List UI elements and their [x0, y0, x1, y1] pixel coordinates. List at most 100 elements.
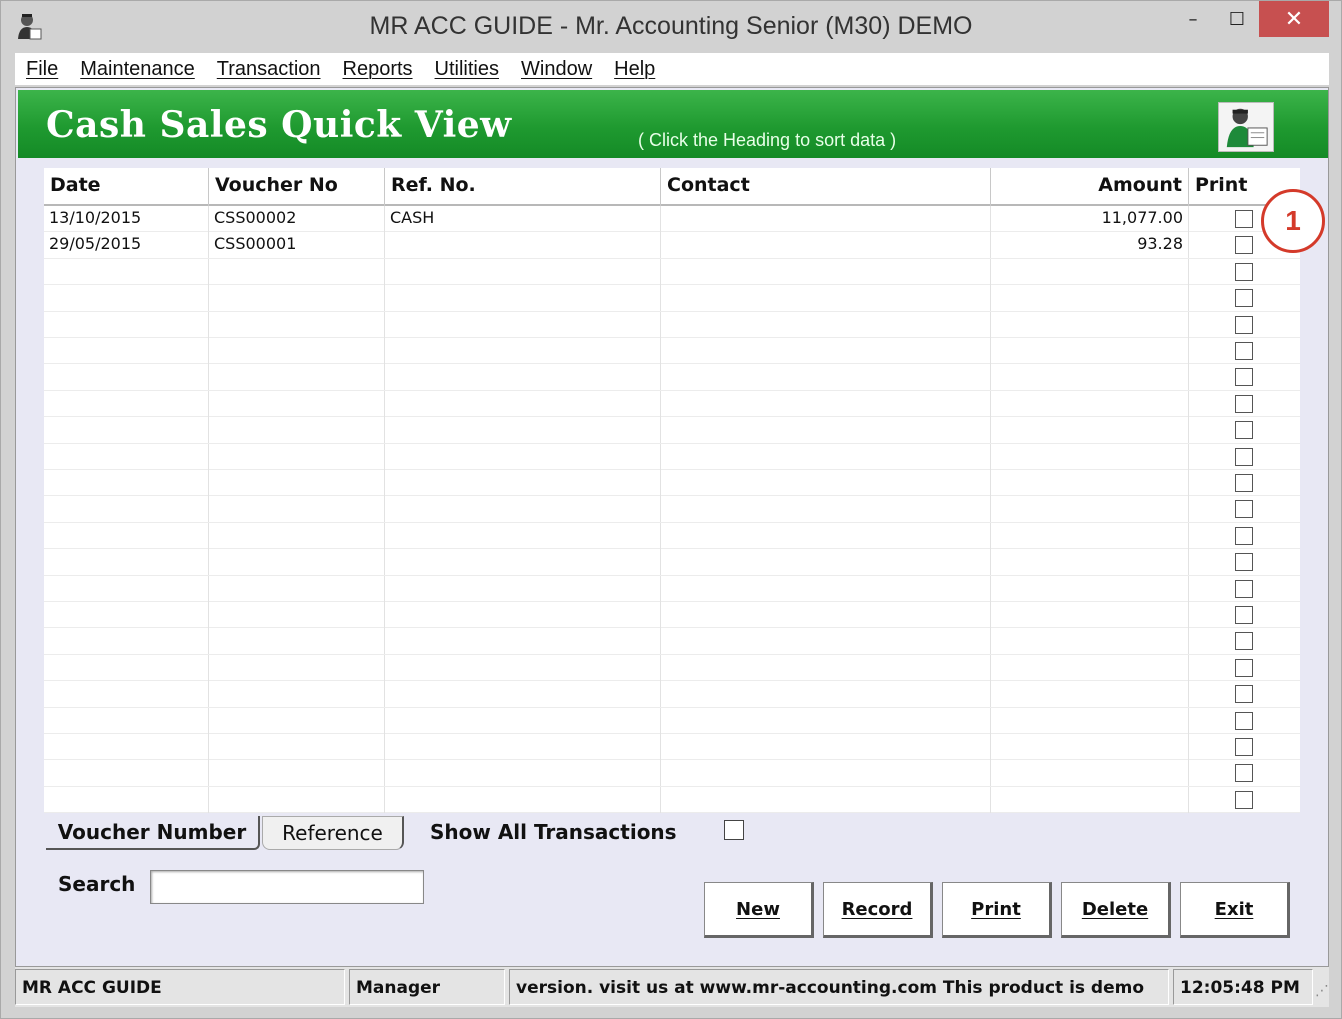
title-bar[interactable]: MR ACC GUIDE - Mr. Accounting Senior (M3… — [1, 1, 1341, 51]
table-row[interactable] — [44, 443, 1300, 470]
table-row[interactable] — [44, 549, 1300, 576]
cell-contact — [661, 232, 991, 259]
record-button[interactable]: Record — [823, 882, 933, 938]
status-message: version. visit us at www.mr-accounting.c… — [509, 969, 1169, 1005]
menu-transaction[interactable]: Transaction — [206, 58, 332, 81]
menu-help[interactable]: Help — [603, 58, 666, 81]
column-header-amount[interactable]: Amount — [991, 168, 1189, 206]
table-row[interactable] — [44, 734, 1300, 761]
table-row[interactable] — [44, 338, 1300, 365]
cell-voucher-no — [209, 496, 385, 523]
cell-amount — [991, 602, 1189, 628]
cell-voucher-no — [209, 575, 385, 602]
print-checkbox[interactable] — [1235, 210, 1253, 228]
cell-print — [1189, 338, 1300, 364]
print-checkbox[interactable] — [1235, 394, 1253, 413]
cell-contact — [661, 734, 991, 760]
print-checkbox[interactable] — [1235, 738, 1253, 756]
print-checkbox[interactable] — [1235, 500, 1253, 519]
print-checkbox[interactable] — [1235, 474, 1253, 492]
print-button[interactable]: Print — [942, 882, 1052, 938]
print-checkbox[interactable] — [1235, 711, 1253, 730]
cell-ref-no — [385, 496, 661, 523]
cell-print — [1189, 391, 1300, 417]
print-checkbox[interactable] — [1235, 553, 1253, 572]
cell-date — [44, 681, 209, 708]
table-row[interactable] — [44, 285, 1300, 312]
cell-print — [1189, 602, 1300, 628]
table-row[interactable] — [44, 681, 1300, 708]
print-checkbox[interactable] — [1235, 289, 1253, 308]
cell-voucher-no — [209, 364, 385, 391]
status-bar: MR ACC GUIDE Manager version. visit us a… — [15, 967, 1329, 1007]
cell-amount — [991, 654, 1189, 681]
table-row[interactable]: 13/10/2015 CSS00002 CASH 11,077.00 — [44, 206, 1300, 233]
cell-contact — [661, 760, 991, 787]
print-checkbox[interactable] — [1235, 606, 1253, 624]
cell-voucher-no — [209, 707, 385, 734]
table-row[interactable] — [44, 575, 1300, 602]
print-checkbox[interactable] — [1235, 236, 1253, 255]
exit-button[interactable]: Exit — [1180, 882, 1290, 938]
print-checkbox[interactable] — [1235, 421, 1253, 440]
cell-amount — [991, 760, 1189, 787]
delete-button[interactable]: Delete — [1061, 882, 1171, 938]
table-row[interactable] — [44, 707, 1300, 734]
table-row[interactable] — [44, 628, 1300, 655]
tab-reference[interactable]: Reference — [262, 816, 404, 850]
table-row[interactable] — [44, 258, 1300, 286]
new-button[interactable]: New — [704, 882, 814, 938]
menu-bar: File Maintenance Transaction Reports Uti… — [15, 53, 1329, 85]
print-checkbox[interactable] — [1235, 658, 1253, 677]
table-row[interactable] — [44, 417, 1300, 444]
cell-ref-no — [385, 707, 661, 734]
column-header-date[interactable]: Date — [44, 168, 209, 206]
show-all-transactions-label[interactable]: Show All Transactions — [430, 820, 677, 844]
menu-maintenance[interactable]: Maintenance — [69, 58, 206, 81]
print-checkbox[interactable] — [1235, 368, 1253, 387]
table-row[interactable] — [44, 760, 1300, 787]
print-checkbox[interactable] — [1235, 685, 1253, 704]
table-row[interactable] — [44, 470, 1300, 497]
cell-amount — [991, 390, 1189, 417]
print-checkbox[interactable] — [1235, 315, 1253, 334]
print-checkbox[interactable] — [1235, 790, 1253, 809]
column-header-ref-no[interactable]: Ref. No. — [385, 168, 661, 206]
table-row[interactable] — [44, 496, 1300, 523]
print-checkbox[interactable] — [1235, 342, 1253, 360]
header-banner: Cash Sales Quick View ( Click the Headin… — [18, 90, 1328, 158]
table-row[interactable] — [44, 522, 1300, 550]
resize-grip-icon[interactable]: ⋰ — [1315, 983, 1329, 1003]
cell-contact — [661, 285, 991, 312]
sort-hint: ( Click the Heading to sort data ) — [638, 130, 897, 150]
tab-voucher-number[interactable]: Voucher Number — [46, 816, 260, 850]
print-checkbox[interactable] — [1235, 632, 1253, 651]
close-button[interactable]: ✕ — [1259, 1, 1329, 37]
menu-window[interactable]: Window — [510, 58, 603, 81]
table-row[interactable] — [44, 786, 1300, 814]
menu-utilities[interactable]: Utilities — [424, 58, 510, 81]
column-header-contact[interactable]: Contact — [661, 168, 991, 206]
table-row[interactable]: 29/05/2015 CSS00001 93.28 — [44, 232, 1300, 259]
show-all-transactions-checkbox[interactable] — [724, 820, 744, 840]
menu-file[interactable]: File — [15, 58, 69, 81]
print-checkbox[interactable] — [1235, 579, 1253, 598]
cell-print — [1189, 628, 1300, 654]
maximize-button[interactable]: ☐ — [1215, 1, 1259, 37]
minimize-button[interactable]: – — [1171, 1, 1215, 37]
column-header-voucher-no[interactable]: Voucher No — [209, 168, 385, 206]
table-row[interactable] — [44, 364, 1300, 391]
print-checkbox[interactable] — [1235, 262, 1253, 281]
cell-contact — [661, 522, 991, 549]
table-row[interactable] — [44, 654, 1300, 682]
table-row[interactable] — [44, 311, 1300, 338]
print-checkbox[interactable] — [1235, 447, 1253, 466]
search-input[interactable] — [150, 870, 424, 904]
cell-print — [1189, 259, 1300, 285]
table-row[interactable] — [44, 390, 1300, 418]
cell-contact — [661, 496, 991, 523]
table-row[interactable] — [44, 602, 1300, 629]
menu-reports[interactable]: Reports — [332, 58, 424, 81]
print-checkbox[interactable] — [1235, 526, 1253, 545]
print-checkbox[interactable] — [1235, 764, 1253, 783]
